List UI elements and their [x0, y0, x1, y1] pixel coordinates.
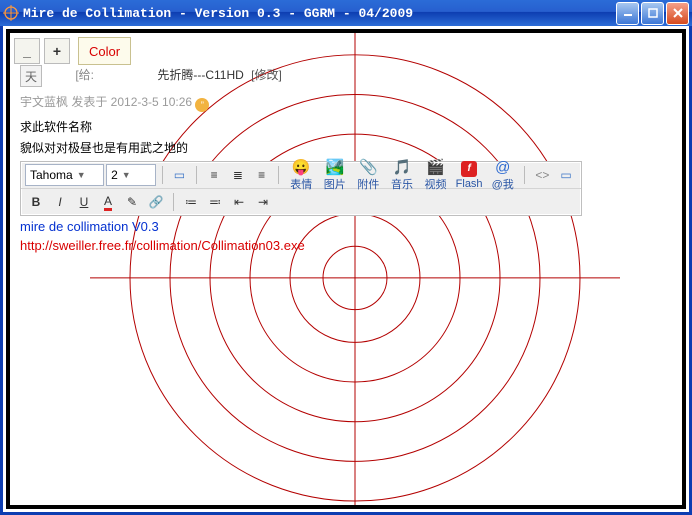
maximize-button[interactable] [641, 2, 664, 25]
chevron-down-icon: ▼ [122, 170, 131, 180]
plus-button[interactable]: + [44, 38, 70, 64]
outdent-icon[interactable]: ⇤ [228, 191, 250, 213]
music-button[interactable]: 🎵 音乐 [386, 158, 418, 192]
font-size-value: 2 [111, 168, 118, 182]
clapper-icon: 🎬 [427, 158, 445, 176]
quoted-line-1: 求此软件名称 [20, 118, 680, 135]
reply-to-label: [给: [75, 68, 94, 82]
align-center-icon[interactable]: ≣ [227, 164, 249, 186]
minus-button[interactable]: _ [14, 38, 40, 64]
separator [278, 166, 279, 184]
atme-button[interactable]: @ @我 [487, 158, 519, 192]
window-title: Mire de Collimation - Version 0.3 - GGRM… [23, 6, 616, 21]
answer-line-1: mire de collimation V0.3 [20, 219, 305, 234]
collimation-canvas: _ + Color 天 [给: 先折腾---C11HD [修改] 宇文蓝枫 发表… [6, 29, 686, 509]
image-button[interactable]: 🏞️ 图片 [319, 158, 351, 192]
tool-row: _ + Color [14, 37, 131, 65]
paperclip-icon: 📎 [359, 158, 377, 176]
music-icon: 🎵 [393, 158, 411, 176]
font-size-select[interactable]: 2▼ [106, 164, 155, 186]
ordered-list-icon[interactable]: ≕ [204, 191, 226, 213]
separator [196, 166, 197, 184]
window-controls [616, 2, 689, 25]
clear-format-icon[interactable]: ▭ [169, 164, 191, 186]
align-left-icon[interactable]: ≡ [203, 164, 225, 186]
editor-toolbar: Tahoma▼ 2▼ ▭ ≡ ≣ ≡ 😛 表情 🏞️ 图片 [20, 161, 582, 216]
speech-icon: ” [195, 98, 209, 112]
title-bar: Mire de Collimation - Version 0.3 - GGRM… [0, 0, 692, 26]
font-family-value: Tahoma [30, 168, 73, 182]
emote-button[interactable]: 😛 表情 [285, 158, 317, 192]
minimize-button[interactable] [616, 2, 639, 25]
image-icon: 🏞️ [326, 158, 344, 176]
code-icon[interactable]: <> [531, 164, 553, 186]
quote-icon[interactable]: ▭ [555, 164, 577, 186]
answer-link[interactable]: http://sweiller.free.fr/collimation/Coll… [20, 238, 305, 253]
edit-link[interactable]: [修改] [251, 68, 282, 82]
font-color-icon[interactable]: A [97, 191, 119, 213]
video-button[interactable]: 🎬 视频 [420, 158, 452, 192]
post-header: 天 [给: 先折腾---C11HD [修改] 宇文蓝枫 发表于 2012-3-5… [20, 65, 680, 156]
font-family-select[interactable]: Tahoma ▼ [25, 164, 104, 186]
chevron-down-icon: ▼ [77, 170, 86, 180]
unordered-list-icon[interactable]: ≔ [180, 191, 202, 213]
highlight-icon[interactable]: ✎ [121, 191, 143, 213]
answer-block: mire de collimation V0.3 http://sweiller… [20, 219, 305, 253]
separator [524, 166, 525, 184]
indent-icon[interactable]: ⇥ [252, 191, 274, 213]
link-icon[interactable]: 🔗 [145, 191, 167, 213]
attach-button[interactable]: 📎 附件 [353, 158, 385, 192]
at-icon: @ [494, 158, 512, 176]
flash-button[interactable]: f Flash [453, 160, 485, 190]
bold-icon[interactable]: B [25, 191, 47, 213]
separator [173, 193, 174, 211]
smiley-icon: 😛 [292, 158, 310, 176]
flash-icon: f [460, 160, 478, 178]
separator [162, 166, 163, 184]
italic-icon[interactable]: I [49, 191, 71, 213]
thread-title[interactable]: 先折腾---C11HD [157, 68, 243, 82]
align-right-icon[interactable]: ≡ [251, 164, 273, 186]
quoted-line-2: 貌似对对极昼也是有用武之地的 [20, 139, 680, 156]
window-body: _ + Color 天 [给: 先折腾---C11HD [修改] 宇文蓝枫 发表… [0, 26, 692, 515]
app-icon [3, 5, 19, 21]
poster-line: 宇文蓝枫 发表于 2012-3-5 10:26 [20, 95, 192, 109]
underline-icon[interactable]: U [73, 191, 95, 213]
close-button[interactable] [666, 2, 689, 25]
color-button[interactable]: Color [78, 37, 131, 65]
char-box: 天 [20, 65, 42, 87]
